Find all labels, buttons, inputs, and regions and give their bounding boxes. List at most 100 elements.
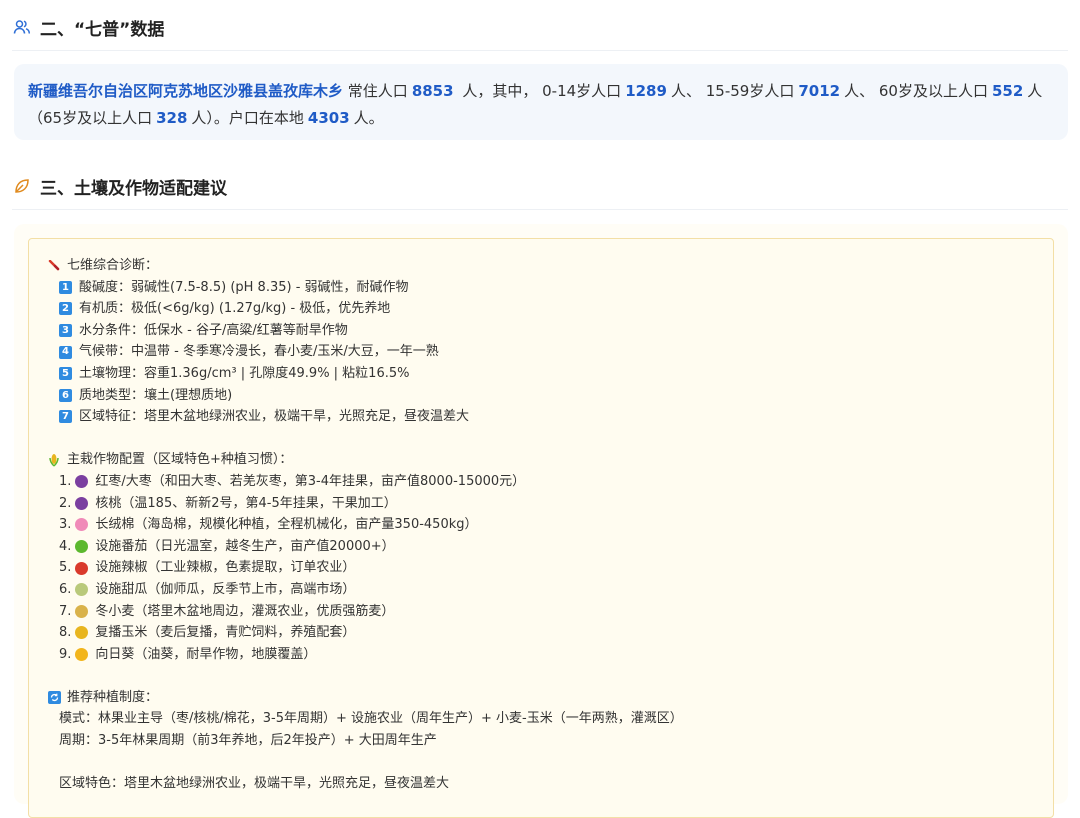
melon-icon	[75, 583, 89, 597]
crop-number: 2.	[59, 495, 72, 511]
age-15-59-population: 7012	[798, 82, 841, 100]
crops-heading-text: 主栽作物配置（区域特色+种植习惯）：	[67, 452, 293, 468]
crop-number: 6.	[59, 581, 72, 597]
age-0-14-label: 0-14岁人口	[542, 82, 622, 100]
diagnosis-item: 5 土壤物理：容重1.36g/cm³ | 孔隙度49.9% | 粘粒16.5%	[47, 363, 1053, 385]
number-4-icon: 4	[59, 345, 72, 359]
local-label: 人）。户口在本地	[191, 109, 304, 127]
system-heading-text: 推荐种植制度：	[67, 689, 159, 705]
leaf-icon	[12, 176, 32, 196]
suggestion-container: 七维综合诊断： 1 酸碱度：弱碱性(7.5-8.5) (pH 8.35) - 弱碱…	[14, 224, 1068, 818]
crop-item: 3. 长绒棉（海岛棉，规模化种植，全程机械化，亩产量350-450kg）	[47, 514, 1053, 536]
unit-text: 人，其中，	[462, 82, 538, 100]
resident-population: 8853	[411, 82, 454, 100]
unit-text: 人	[1027, 82, 1043, 100]
crop-item: 9. 向日葵（油葵，耐旱作物，地膜覆盖）	[47, 644, 1053, 666]
crop-number: 9.	[59, 646, 72, 662]
chili-icon	[75, 561, 89, 575]
crop-number: 1.	[59, 473, 72, 489]
crop-item: 6. 设施甜瓜（伽师瓜，反季节上市，高端市场）	[47, 579, 1053, 601]
number-5-icon: 5	[59, 367, 72, 381]
region-feature: 区域特色：塔里木盆地绿洲农业，极端干旱，光照充足，昼夜温差大	[59, 776, 450, 792]
age-65-label: （65岁及以上人口	[28, 109, 153, 127]
age-60-population: 552	[991, 82, 1024, 100]
crop-text: 冬小麦（塔里木盆地周边，灌溉农业，优质强筋麦）	[95, 603, 395, 619]
number-3-icon: 3	[59, 324, 72, 338]
diagnosis-text: 土壤物理：容重1.36g/cm³ | 孔隙度49.9% | 粘粒16.5%	[79, 365, 410, 381]
grape-icon	[75, 475, 89, 489]
system-mode: 模式：林果业主导（枣/核桃/棉花，3-5年周期）+ 设施农业（周年生产）+ 小麦…	[59, 711, 683, 727]
diagnosis-item: 4 气候带：中温带 - 冬季寒冷漫长，春小麦/玉米/大豆，一年一熟	[47, 341, 1053, 363]
diagnosis-item: 6 质地类型：壤土(理想质地)	[47, 385, 1053, 407]
census-section-title: 二、“七普”数据	[40, 19, 165, 40]
local-population: 4303	[307, 109, 350, 127]
crop-item: 5. 设施辣椒（工业辣椒，色素提取，订单农业）	[47, 557, 1053, 579]
diagnosis-text: 水分条件：低保水 - 谷子/高粱/红薯等耐旱作物	[79, 322, 348, 338]
diagnosis-heading-text: 七维综合诊断：	[67, 258, 159, 273]
users-icon	[12, 17, 32, 37]
unit-text: 人、	[670, 82, 701, 100]
corn-icon	[75, 626, 89, 640]
number-6-icon: 6	[59, 388, 72, 402]
place-name: 新疆维吾尔自治区阿克苏地区沙雅县盖孜库木乡	[28, 82, 344, 100]
diagnosis-item: 7 区域特征：塔里木盆地绿洲农业，极端干旱，光照充足，昼夜温差大	[47, 406, 1053, 428]
crop-item: 2. 核桃（温185、新新2号，第4-5年挂果，干果加工）	[47, 493, 1053, 515]
census-card: 新疆维吾尔自治区阿克苏地区沙雅县盖孜库木乡 常住人口 8853 人，其中， 0-1…	[14, 64, 1068, 140]
resident-label: 常住人口	[347, 82, 408, 100]
number-2-icon: 2	[59, 302, 72, 316]
census-line-1: 新疆维吾尔自治区阿克苏地区沙雅县盖孜库木乡 常住人口 8853 人，其中， 0-1…	[28, 78, 1054, 105]
crop-number: 3.	[59, 517, 72, 533]
age-15-59-label: 15-59岁人口	[705, 82, 795, 100]
diagnosis-text: 酸碱度：弱碱性(7.5-8.5) (pH 8.35) - 弱碱性，耐碱作物	[79, 279, 409, 295]
soil-section-header: 三、土壤及作物适配建议	[12, 163, 1068, 210]
crop-text: 设施番茄（日光温室，越冬生产，亩产值20000+）	[95, 538, 395, 554]
crop-number: 8.	[59, 625, 72, 641]
census-line-2: （65岁及以上人口 328 人）。户口在本地 4303 人。	[28, 105, 1054, 132]
crops-heading: 主栽作物配置（区域特色+种植习惯）：	[47, 449, 1053, 471]
number-7-icon: 7	[59, 410, 72, 424]
crop-text: 设施辣椒（工业辣椒，色素提取，订单农业）	[95, 560, 356, 576]
census-section-header: 二、“七普”数据	[12, 4, 1068, 51]
crop-text: 长绒棉（海岛棉，规模化种植，全程机械化，亩产量350-450kg）	[95, 517, 478, 533]
suggestion-card: 七维综合诊断： 1 酸碱度：弱碱性(7.5-8.5) (pH 8.35) - 弱碱…	[28, 238, 1054, 818]
crop-item: 7. 冬小麦（塔里木盆地周边，灌溉农业，优质强筋麦）	[47, 601, 1053, 623]
crop-text: 复播玉米（麦后复播，青贮饲料，养殖配套）	[95, 625, 356, 641]
age-65-population: 328	[156, 109, 188, 127]
diagnosis-item: 1 酸碱度：弱碱性(7.5-8.5) (pH 8.35) - 弱碱性，耐碱作物	[47, 277, 1053, 299]
diagnosis-text: 有机质：极低(<6g/kg) (1.27g/kg) - 极低，优先养地	[79, 301, 391, 317]
unit-text: 人。	[353, 109, 384, 127]
diagnosis-text: 质地类型：壤土(理想质地)	[79, 387, 233, 403]
soil-section-title: 三、土壤及作物适配建议	[40, 178, 227, 199]
wheat-icon	[75, 604, 89, 618]
diagnosis-heading: 七维综合诊断：	[47, 255, 1053, 277]
crop-item: 1. 红枣/大枣（和田大枣、若羌灰枣，第3-4年挂果，亩产值8000-15000元…	[47, 471, 1053, 493]
crop-text: 红枣/大枣（和田大枣、若羌灰枣，第3-4年挂果，亩产值8000-15000元）	[95, 473, 526, 489]
age-0-14-population: 1289	[625, 82, 667, 100]
diagnosis-item: 3 水分条件：低保水 - 谷子/高粱/红薯等耐旱作物	[47, 320, 1053, 342]
diagnosis-item: 2 有机质：极低(<6g/kg) (1.27g/kg) - 极低，优先养地	[47, 298, 1053, 320]
crop-text: 向日葵（油葵，耐旱作物，地膜覆盖）	[95, 646, 317, 662]
cycle-icon	[47, 691, 61, 705]
system-period: 周期：3-5年林果周期（前3年养地，后2年投产）+ 大田周年生产	[59, 733, 437, 749]
crop-number: 5.	[59, 560, 72, 576]
diagnosis-text: 气候带：中温带 - 冬季寒冷漫长，春小麦/玉米/大豆，一年一熟	[79, 344, 439, 360]
age-60-label: 60岁及以上人口	[878, 82, 988, 100]
diagnosis-text: 区域特征：塔里木盆地绿洲农业，极端干旱，光照充足，昼夜温差大	[79, 409, 470, 425]
unit-text: 人、	[844, 82, 875, 100]
system-heading: 推荐种植制度：	[47, 687, 1053, 709]
crop-text: 设施甜瓜（伽师瓜，反季节上市，高端市场）	[95, 581, 356, 597]
blossom-icon	[75, 518, 89, 532]
crop-number: 4.	[59, 538, 72, 554]
number-1-icon: 1	[59, 280, 72, 294]
sunflower-icon	[75, 647, 89, 661]
crop-text: 核桃（温185、新新2号，第4-5年挂果，干果加工）	[95, 495, 397, 511]
grape-icon	[75, 496, 89, 510]
corn-icon	[47, 453, 61, 467]
crop-item: 8. 复播玉米（麦后复播，青贮饲料，养殖配套）	[47, 622, 1053, 644]
test-tube-icon	[47, 259, 61, 273]
tomato-icon	[75, 540, 89, 554]
crop-number: 7.	[59, 603, 72, 619]
